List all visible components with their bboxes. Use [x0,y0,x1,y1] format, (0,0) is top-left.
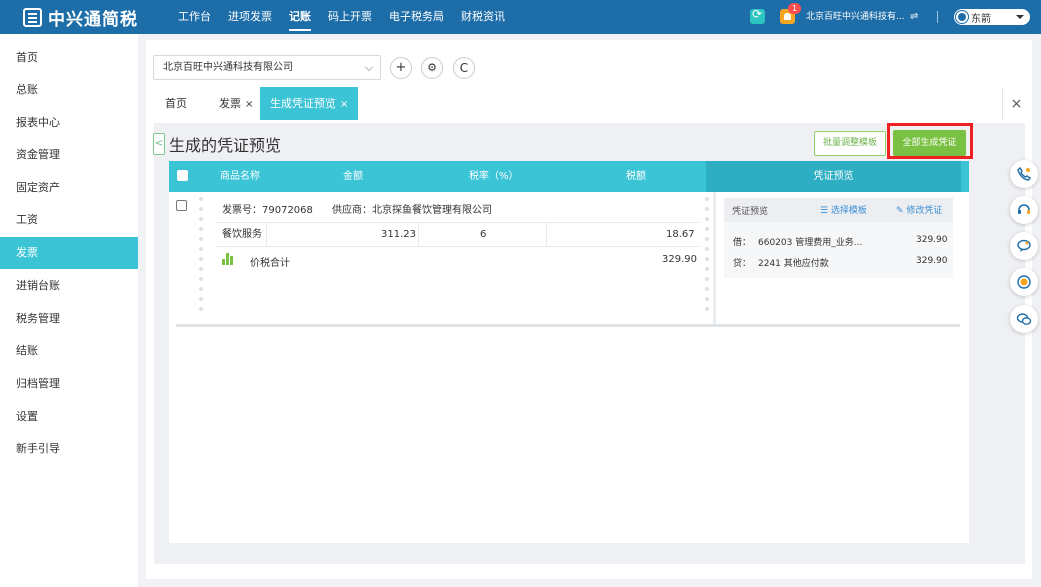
generate-all-vouchers-button[interactable]: 全部生成凭证 [893,130,966,156]
dot-rail-left [199,197,203,317]
tab-voucher-preview[interactable]: 生成凭证预览 × [260,87,359,120]
sidebar-item-archive[interactable]: 归档管理 [0,368,138,400]
divider [937,11,938,23]
sidebar-item-fixed-assets[interactable]: 固定资产 [0,172,138,204]
dot-rail-right [705,197,709,317]
sync-icon[interactable] [750,7,765,24]
row-bottom-border [176,324,960,327]
col-tax-rate: 税率（%） [469,171,519,182]
headset-icon[interactable] [1010,196,1038,224]
sidebar-item-closing[interactable]: 结账 [0,335,138,367]
col-tax: 税额 [626,171,646,182]
col-amount: 金额 [343,171,363,182]
debit-account: 660203 管理费用_业务... [758,238,863,248]
table-header: 商品名称 金额 税率（%） 税额 [169,161,706,192]
phone-icon[interactable] [1010,160,1038,188]
column-divider [713,192,716,325]
chevron-down-icon [364,62,374,72]
coin-icon[interactable] [1010,268,1038,296]
sidebar-item-funds[interactable]: 资金管理 [0,139,138,171]
cell-divider [418,223,419,247]
user-name: 东箭 [971,13,991,25]
sidebar-item-payroll[interactable]: 工资 [0,204,138,236]
nav-input-invoice[interactable]: 进项发票 [228,0,272,34]
select-all-checkbox[interactable] [177,170,188,181]
nav-bookkeeping[interactable]: 记账 [289,0,311,34]
tab-home[interactable]: 首页 [165,87,187,120]
item-tax: 18.67 [666,229,695,240]
col-voucher-preview: 凭证预览 [706,161,961,192]
col-name: 商品名称 [220,171,260,182]
sidebar-item-home[interactable]: 首页 [0,42,138,74]
nav-code-invoicing[interactable]: 码上开票 [328,0,372,34]
wechat-icon[interactable] [1010,305,1038,333]
sidebar-item-tax[interactable]: 税务管理 [0,303,138,335]
company-select-value: 北京百旺中兴通科技有限公司 [163,62,293,73]
nav-e-tax-bureau[interactable]: 电子税务局 [389,0,444,34]
nav-workbench[interactable]: 工作台 [178,0,211,34]
item-tax-rate: 6 [480,229,487,240]
credit-amount: 329.90 [916,256,948,266]
panel-close-button[interactable]: × [1002,88,1030,120]
page-title: 生成的凭证预览 [169,136,282,155]
invoice-supplier: 供应商：北京探鱼餐饮管理有限公司 [332,205,492,216]
debit-dc: 借： [733,238,752,248]
notification-badge: 1 [788,3,801,14]
top-nav: 工作台 进项发票 记账 码上开票 电子税务局 财税资讯 [178,0,522,34]
logo-text: 中兴通简税 [48,9,138,30]
current-company[interactable]: 北京百旺中兴通科技有... [806,0,905,34]
tab-home-label: 首页 [165,97,187,110]
edit-voucher-link[interactable]: ✎ 修改凭证 [896,203,942,216]
tab-invoice[interactable]: 发票 × [219,87,253,120]
tab-invoice-label: 发票 [219,97,241,110]
row-checkbox[interactable] [176,200,187,211]
debit-amount: 329.90 [916,235,948,245]
credit-dc: 贷： [733,259,752,269]
select-template-link[interactable]: ☰ 选择模板 [820,203,867,216]
user-menu[interactable]: 东箭 [954,9,1030,25]
sidebar: 首页 总账 报表中心 资金管理 固定资产 工资 发票 进销台账 税务管理 结账 … [0,34,138,587]
chat-icon[interactable] [1010,232,1038,260]
top-bar: 中兴通简税 工作台 进项发票 记账 码上开票 电子税务局 财税资讯 1 北京百旺… [0,0,1041,34]
batch-adjust-template-button[interactable]: 批量调整模板 [814,131,886,156]
nav-tax-news[interactable]: 财税资讯 [461,0,505,34]
table-row: 餐饮服务 311.23 6 18.67 [216,222,699,247]
back-button[interactable]: < [153,133,165,155]
sidebar-item-invoice[interactable]: 发票 [0,237,138,269]
close-icon[interactable]: × [245,99,253,110]
app-logo[interactable]: 中兴通简税 [23,7,138,30]
item-amount: 311.23 [381,229,416,240]
switch-company-icon[interactable]: ⇌ [910,0,918,34]
invoice-number: 发票号：79072068 [222,205,313,216]
logo-icon [23,7,42,27]
sidebar-item-reports[interactable]: 报表中心 [0,107,138,139]
cell-divider [546,223,547,247]
company-select[interactable]: 北京百旺中兴通科技有限公司 [153,55,381,80]
bar-chart-icon [222,253,235,265]
total-amount: 329.90 [662,254,697,265]
cell-divider [266,223,267,247]
chevron-down-icon [1016,15,1024,19]
sidebar-item-sales-ledger[interactable]: 进销台账 [0,270,138,302]
total-label: 价税合计 [250,258,290,269]
sidebar-item-ledger[interactable]: 总账 [0,74,138,106]
item-name: 餐饮服务 [222,229,262,240]
header-scroll-cap [961,161,969,192]
sidebar-item-settings[interactable]: 设置 [0,401,138,433]
add-button[interactable]: + [390,57,412,79]
sidebar-item-guide[interactable]: 新手引导 [0,433,138,465]
tab-preview-label: 生成凭证预览 [270,97,336,110]
credit-account: 2241 其他应付款 [758,259,829,269]
avatar [956,11,968,23]
voucher-preview-title: 凭证预览 [732,207,769,217]
refresh-button[interactable]: C [453,57,475,79]
settings-button[interactable]: ⚙ [421,57,443,79]
close-icon[interactable]: × [340,99,348,110]
